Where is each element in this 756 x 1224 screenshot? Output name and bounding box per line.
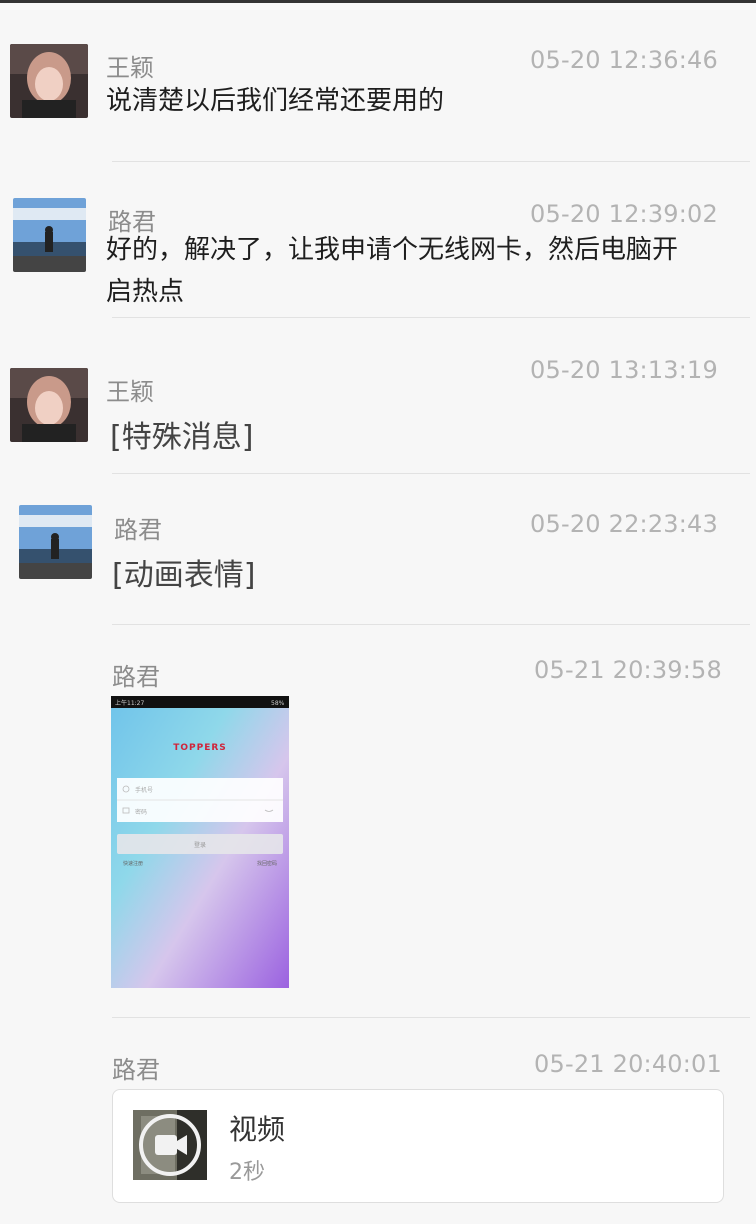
- avatar-woman-image: [10, 44, 88, 118]
- sender-name: 路君: [114, 516, 162, 544]
- divider: [112, 473, 750, 474]
- divider: [112, 317, 750, 318]
- message-text-line-2[interactable]: 启热点: [106, 270, 184, 314]
- status-battery: 58%: [271, 700, 285, 707]
- sender-name: 王颖: [106, 54, 154, 82]
- video-duration: 2秒: [229, 1160, 265, 1185]
- sender-name: 路君: [112, 1056, 160, 1084]
- message-time: 05-20 12:39:02: [530, 200, 718, 228]
- status-time: 上午11:27: [115, 699, 144, 707]
- avatar-lake-image: [13, 198, 86, 272]
- video-card[interactable]: 视频 2秒: [112, 1089, 724, 1203]
- divider: [112, 161, 750, 162]
- login-button: 登录: [194, 841, 206, 849]
- avatar[interactable]: [10, 44, 88, 118]
- message-text[interactable]: 说清楚以后我们经常还要用的: [106, 79, 444, 123]
- message-text-line-1[interactable]: 好的，解决了，让我申请个无线网卡，然后电脑开: [106, 228, 678, 272]
- sender-name: 路君: [112, 663, 160, 691]
- avatar-lake-image: [19, 505, 92, 579]
- avatar[interactable]: [10, 368, 88, 442]
- forgot-link: 找回密码: [257, 860, 277, 867]
- avatar[interactable]: [13, 198, 86, 272]
- divider: [112, 1017, 750, 1018]
- app-login-screenshot: 上午11:27 58% TOPPERS 手机号 密码 登录 快速注册 找回密码: [111, 696, 289, 988]
- video-camera-icon: [133, 1110, 207, 1180]
- message-text[interactable]: [动画表情]: [112, 554, 255, 598]
- message-time: 05-20 13:13:19: [530, 356, 718, 384]
- divider: [112, 624, 750, 625]
- sender-name: 王颖: [106, 378, 154, 406]
- register-link: 快速注册: [123, 860, 143, 867]
- message-time: 05-20 22:23:43: [530, 510, 718, 538]
- message-time: 05-20 12:36:46: [530, 46, 718, 74]
- video-title: 视频: [229, 1113, 286, 1146]
- app-logo: TOPPERS: [173, 743, 227, 753]
- avatar-woman-image: [10, 368, 88, 442]
- phone-placeholder: 手机号: [135, 786, 153, 794]
- password-placeholder: 密码: [135, 808, 147, 816]
- image-attachment[interactable]: 上午11:27 58% TOPPERS 手机号 密码 登录 快速注册 找回密码: [111, 696, 289, 988]
- top-edge: [0, 0, 756, 3]
- message-time: 05-21 20:40:01: [534, 1050, 722, 1078]
- avatar[interactable]: [19, 505, 92, 579]
- message-text[interactable]: [特殊消息]: [110, 416, 253, 460]
- message-time: 05-21 20:39:58: [534, 656, 722, 684]
